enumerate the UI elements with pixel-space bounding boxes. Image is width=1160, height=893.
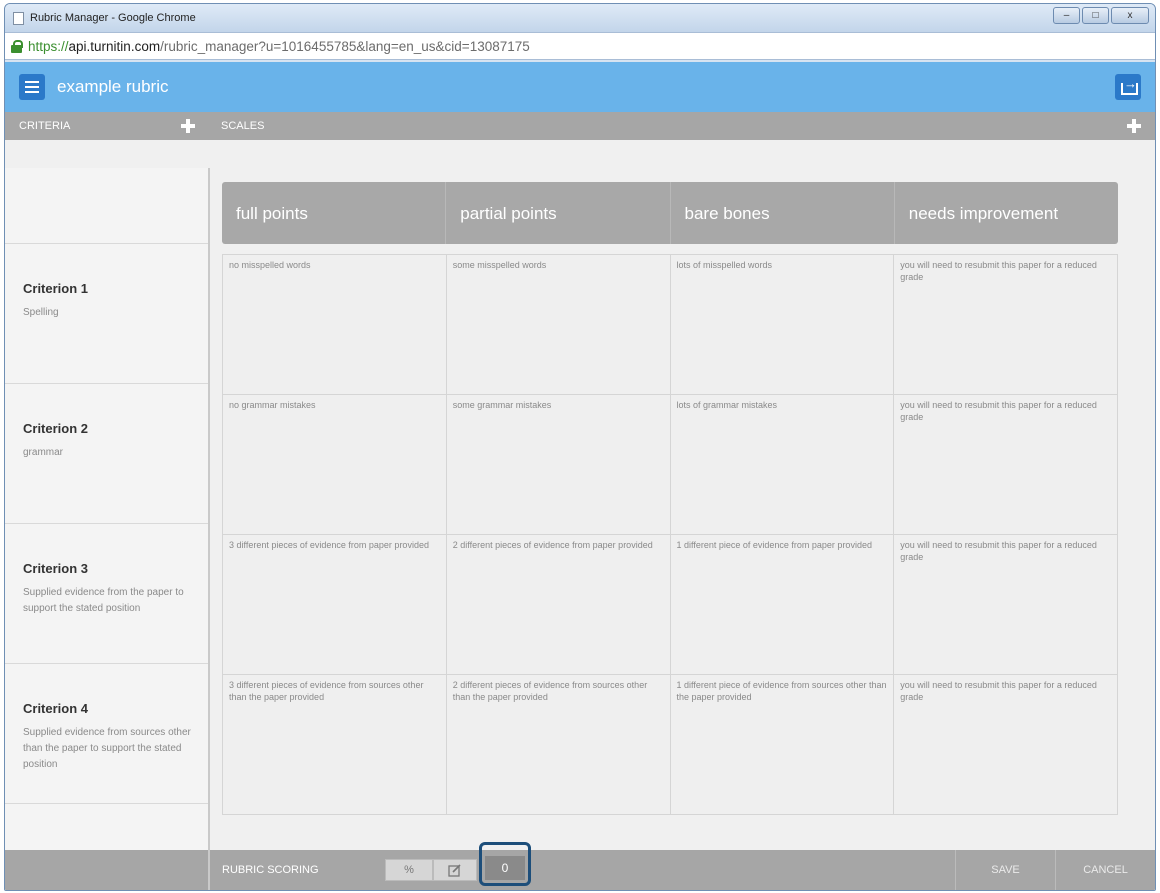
page-icon (13, 11, 24, 25)
menu-icon[interactable] (19, 74, 45, 100)
browser-window: Rubric Manager - Google Chrome – □ x htt… (4, 3, 1156, 891)
grid-row: 3 different pieces of evidence from pape… (223, 535, 1118, 675)
edit-icon[interactable] (433, 859, 477, 881)
grid-cell[interactable]: 2 different pieces of evidence from pape… (446, 535, 671, 675)
grid-cell[interactable]: 3 different pieces of evidence from pape… (223, 535, 447, 675)
criteria-label: CRITERIA (19, 120, 71, 132)
url-path: /rubric_manager?u=1016455785&lang=en_us&… (160, 38, 530, 54)
save-button[interactable]: SAVE (955, 850, 1055, 890)
grid-cell[interactable]: you will need to resubmit this paper for… (894, 535, 1118, 675)
app-header: example rubric (5, 62, 1155, 112)
grid-cell[interactable]: lots of misspelled words (670, 255, 895, 395)
grid-row: 3 different pieces of evidence from sour… (223, 675, 1118, 815)
score-highlight: 0 (479, 842, 531, 886)
cancel-button[interactable]: CANCEL (1055, 850, 1155, 890)
scales-label: SCALES (221, 120, 265, 132)
close-button[interactable]: x (1111, 7, 1149, 24)
criterion-3[interactable]: Criterion 3 Supplied evidence from the p… (5, 524, 208, 664)
window-titlebar: Rubric Manager - Google Chrome – □ x (5, 4, 1155, 32)
grid-cell[interactable]: no misspelled words (223, 255, 447, 395)
criterion-title: Criterion 1 (23, 281, 89, 296)
rubric-name: example rubric (57, 77, 169, 96)
criterion-1[interactable]: Criterion 1 Spelling (5, 244, 208, 384)
grid-row: no grammar mistakes some grammar mistake… (223, 395, 1118, 535)
add-scale-icon[interactable] (1127, 119, 1141, 133)
footer-bar: RUBRIC SCORING % 0 SAVE CANCEL (5, 842, 1155, 890)
scales-area: full points partial points bare bones ne… (210, 168, 1155, 866)
rubric-grid: no misspelled words some misspelled word… (222, 254, 1118, 815)
grid-cell[interactable]: you will need to resubmit this paper for… (894, 255, 1118, 395)
criterion-description: Spelling (23, 307, 59, 318)
criteria-column: Criterion 1 Spelling Criterion 2 grammar… (5, 168, 210, 866)
grid-cell[interactable]: lots of grammar mistakes (670, 395, 895, 535)
grid-cell[interactable]: you will need to resubmit this paper for… (894, 395, 1118, 535)
grid-cell[interactable]: you will need to resubmit this paper for… (894, 675, 1118, 815)
add-criterion-icon[interactable] (181, 119, 195, 133)
grid-cell[interactable]: some misspelled words (446, 255, 671, 395)
rubric-body: Criterion 1 Spelling Criterion 2 grammar… (5, 168, 1155, 866)
export-icon[interactable] (1115, 74, 1141, 100)
grid-cell[interactable]: 3 different pieces of evidence from sour… (223, 675, 447, 815)
scale-partial-points[interactable]: partial points (446, 182, 671, 244)
rubric-manager-app: example rubric CRITERIA SCALES Criterion… (5, 62, 1155, 890)
lock-icon (11, 39, 23, 53)
criterion-description: grammar (23, 447, 64, 458)
rubric-scoring-label: RUBRIC SCORING (222, 864, 319, 876)
url-domain: api.turnitin.com (68, 38, 161, 54)
section-bar: CRITERIA SCALES (5, 112, 1155, 140)
grid-cell[interactable]: 2 different pieces of evidence from sour… (446, 675, 671, 815)
criterion-title: Criterion 4 (23, 701, 89, 716)
criterion-description: Supplied evidence from sources other tha… (23, 727, 191, 770)
scale-bare-bones[interactable]: bare bones (671, 182, 895, 244)
scales-header: full points partial points bare bones ne… (222, 182, 1118, 244)
minimize-button[interactable]: – (1053, 7, 1080, 24)
criterion-title: Criterion 2 (23, 421, 89, 436)
scoring-toggle: % (385, 859, 477, 881)
criteria-header: CRITERIA (5, 112, 209, 140)
address-bar[interactable]: https:// api.turnitin.com /rubric_manage… (5, 32, 1155, 60)
score-value[interactable]: 0 (485, 856, 525, 880)
url-scheme: https:// (28, 38, 69, 54)
maximize-button[interactable]: □ (1082, 7, 1109, 24)
criterion-4[interactable]: Criterion 4 Supplied evidence from sourc… (5, 664, 208, 804)
grid-cell[interactable]: 1 different piece of evidence from sourc… (670, 675, 895, 815)
percent-scoring-button[interactable]: % (385, 859, 433, 881)
criterion-title: Criterion 3 (23, 561, 89, 576)
grid-cell[interactable]: no grammar mistakes (223, 395, 447, 535)
grid-row: no misspelled words some misspelled word… (223, 255, 1118, 395)
window-controls: – □ x (1053, 7, 1149, 24)
window-title: Rubric Manager - Google Chrome (30, 12, 196, 24)
footer-actions: SAVE CANCEL (955, 850, 1155, 890)
scale-needs-improvement[interactable]: needs improvement (895, 182, 1118, 244)
grid-cell[interactable]: some grammar mistakes (446, 395, 671, 535)
criterion-2[interactable]: Criterion 2 grammar (5, 384, 208, 524)
grid-cell[interactable]: 1 different piece of evidence from paper… (670, 535, 895, 675)
criterion-description: Supplied evidence from the paper to supp… (23, 587, 184, 614)
scale-full-points[interactable]: full points (222, 182, 447, 244)
